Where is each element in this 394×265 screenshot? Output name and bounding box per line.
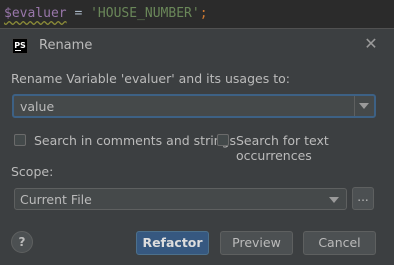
dialog-titlebar: PS Rename ✕: [0, 29, 394, 63]
scope-label: Scope:: [11, 164, 54, 179]
scope-browse-button[interactable]: ...: [352, 187, 374, 210]
help-icon[interactable]: ?: [11, 231, 33, 253]
scope-select[interactable]: Current File: [14, 188, 347, 210]
scope-value: Current File: [20, 192, 92, 207]
close-icon[interactable]: ✕: [364, 36, 378, 52]
editor-code-line[interactable]: $evaluer = 'HOUSE_NUMBER';: [0, 0, 394, 28]
search-text-label[interactable]: Search for text occurrences: [236, 133, 394, 163]
search-comments-label[interactable]: Search in comments and strings: [34, 133, 236, 148]
search-text-checkbox[interactable]: [217, 134, 229, 146]
chevron-down-icon[interactable]: [329, 197, 339, 203]
refactor-button[interactable]: Refactor: [136, 231, 209, 255]
chevron-down-icon[interactable]: [359, 103, 369, 109]
code-operator: =: [66, 6, 91, 21]
code-string: 'HOUSE_NUMBER': [90, 6, 200, 21]
dialog-title: Rename: [39, 38, 93, 53]
preview-button[interactable]: Preview: [220, 231, 293, 255]
new-name-input[interactable]: value: [20, 99, 54, 114]
code-variable: $evaluer: [4, 6, 67, 21]
phpstorm-logo-icon: PS: [12, 38, 28, 54]
rename-prompt-label: Rename Variable 'evaluer' and its usages…: [11, 71, 290, 86]
rename-dialog: PS Rename ✕ Rename Variable 'evaluer' an…: [0, 28, 394, 265]
cancel-button[interactable]: Cancel: [303, 231, 376, 255]
code-semicolon: ;: [199, 6, 208, 21]
new-name-combobox[interactable]: value: [12, 94, 376, 118]
search-comments-checkbox[interactable]: [14, 134, 26, 146]
combo-divider: [354, 96, 355, 116]
